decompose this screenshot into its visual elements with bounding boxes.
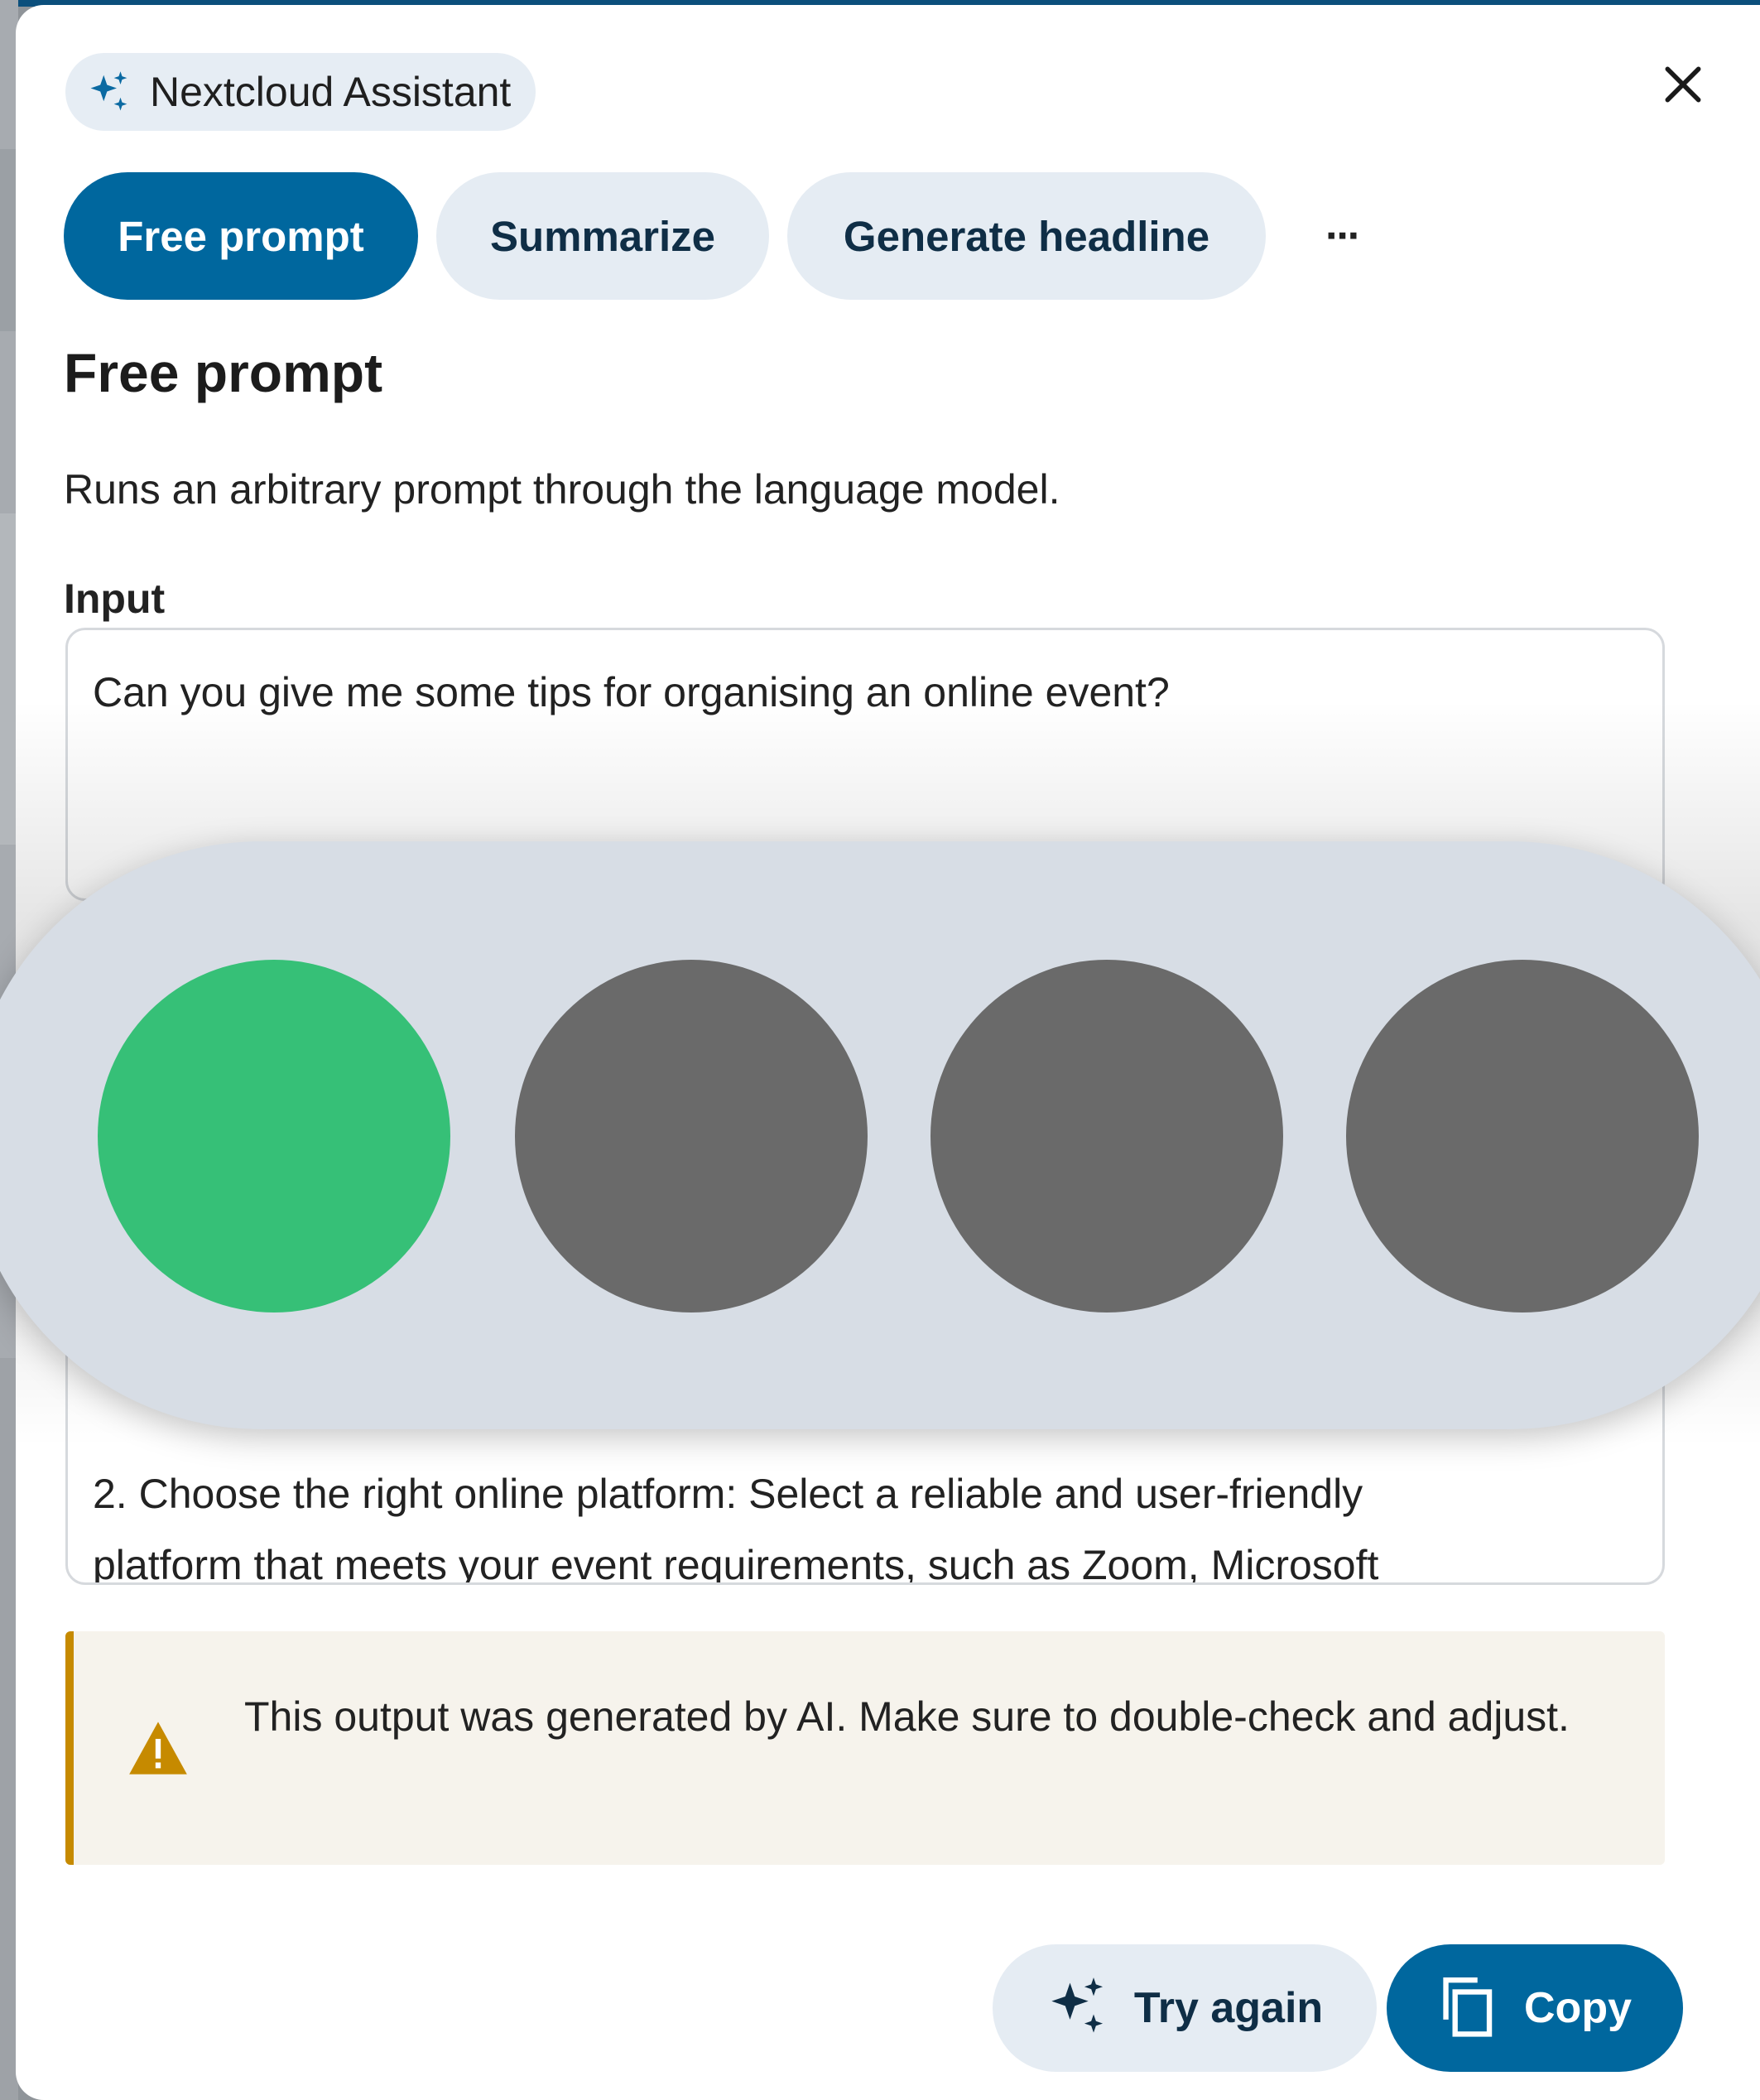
app-chip: Nextcloud Assistant [65, 53, 536, 131]
light-4 [1346, 960, 1699, 1312]
light-1 [98, 960, 450, 1312]
copy-button[interactable]: Copy [1387, 1944, 1683, 2072]
light-3 [930, 960, 1283, 1312]
warning-icon [127, 1719, 190, 1781]
light-2 [515, 960, 868, 1312]
tab-generate-headline[interactable]: Generate headline [787, 172, 1266, 300]
traffic-light-overlay [0, 841, 1760, 1429]
more-tasks-button[interactable]: ··· [1292, 186, 1392, 286]
ai-warning-notice: This output was generated by AI. Make su… [65, 1631, 1665, 1865]
try-again-button[interactable]: Try again [993, 1944, 1377, 2072]
close-button[interactable] [1652, 53, 1714, 116]
input-label: Input [64, 576, 166, 622]
try-again-label: Try again [1133, 1984, 1324, 2032]
copy-icon [1438, 1974, 1496, 2043]
output-line: platform that meets your event requireme… [93, 1542, 1379, 1585]
warning-text: This output was generated by AI. Make su… [244, 1693, 1570, 1740]
close-icon [1665, 66, 1701, 103]
task-tabs: Free prompt Summarize Generate headline … [64, 172, 1392, 300]
app-name: Nextcloud Assistant [150, 69, 512, 115]
task-description: Runs an arbitrary prompt through the lan… [64, 466, 1060, 513]
sparkle-icon [1046, 1975, 1109, 2042]
task-title: Free prompt [64, 342, 383, 403]
sparkle-icon [87, 70, 132, 114]
tab-free-prompt[interactable]: Free prompt [64, 172, 418, 300]
copy-label: Copy [1524, 1984, 1632, 2032]
tab-summarize[interactable]: Summarize [436, 172, 769, 300]
output-line: 2. Choose the right online platform: Sel… [93, 1471, 1363, 1517]
